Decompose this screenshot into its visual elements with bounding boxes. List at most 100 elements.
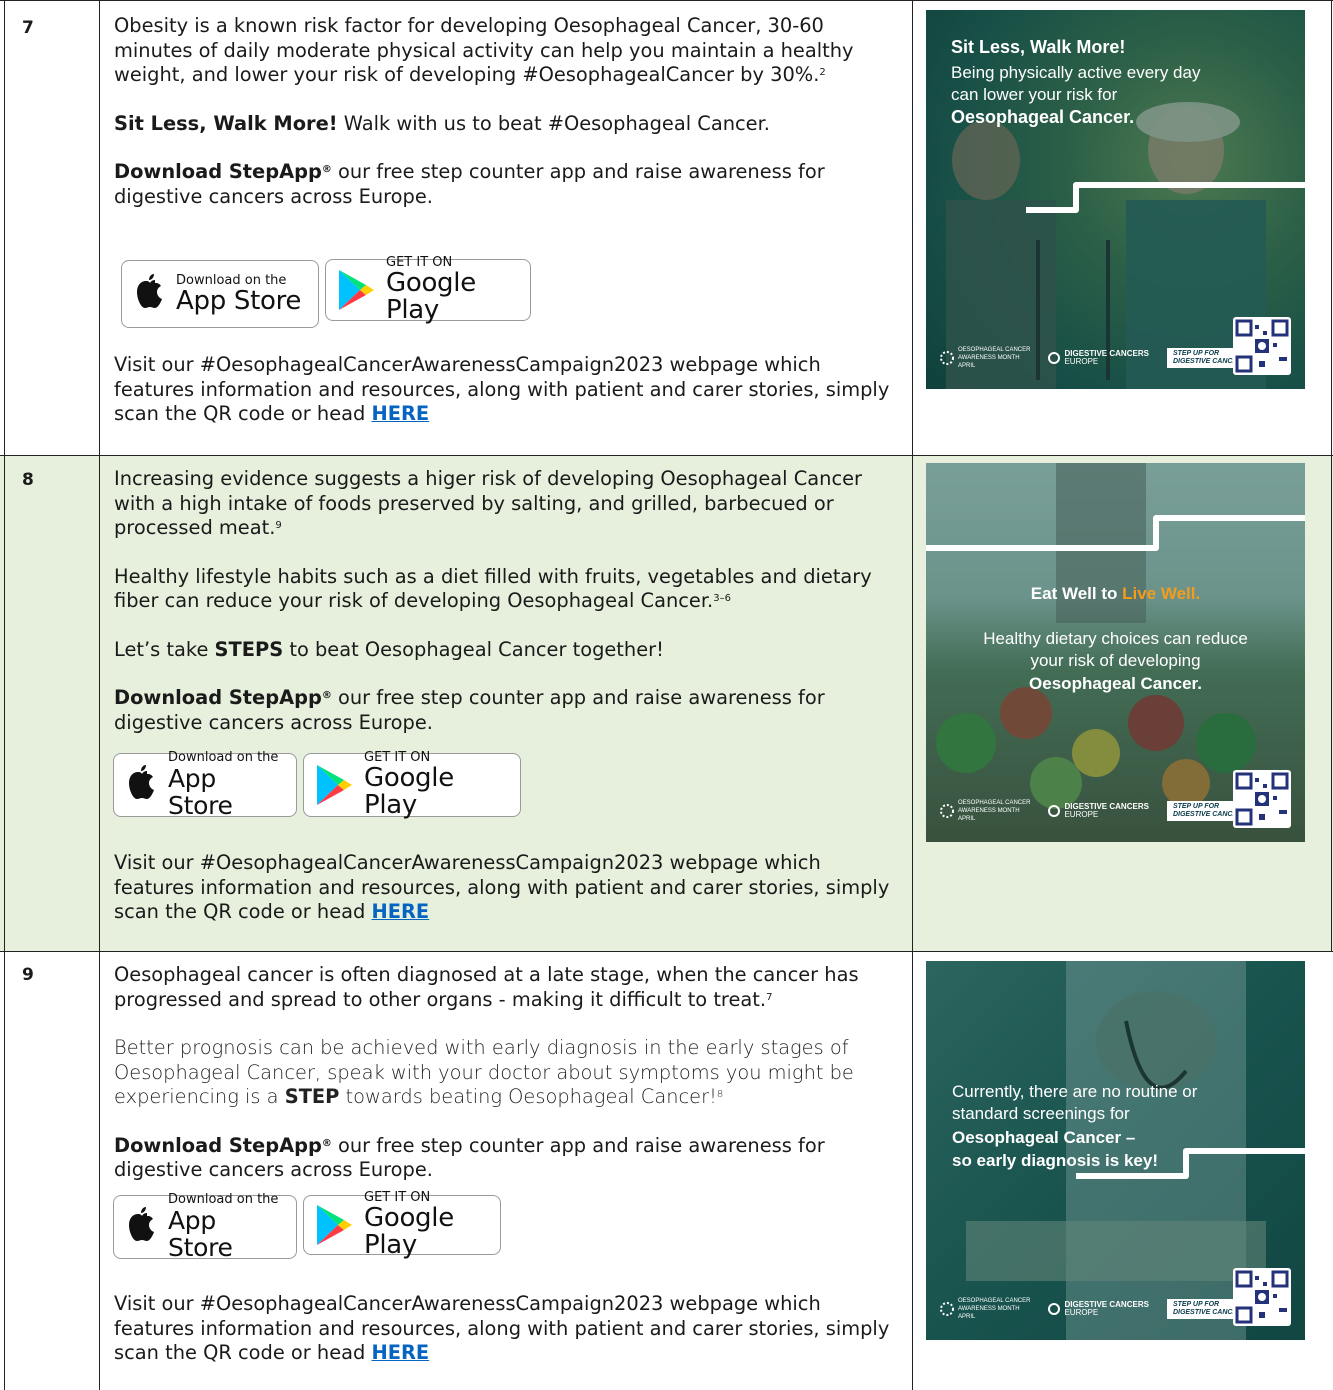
- logo-text: OESOPHAGEAL CANCER: [958, 1298, 1031, 1304]
- apple-icon: [132, 274, 166, 314]
- app-store-badge[interactable]: Download on the App Store: [113, 751, 297, 820]
- footnote-ref: 3–6: [713, 593, 731, 604]
- footnote-ref: 9: [275, 520, 282, 531]
- apple-icon: [124, 1207, 158, 1247]
- poster-highlight: Oesophageal Cancer –: [952, 1128, 1136, 1147]
- table-border-left: [4, 0, 5, 1390]
- app-store-badge[interactable]: Download on the App Store: [121, 260, 319, 328]
- registered-mark: ®: [321, 690, 332, 701]
- qr-code: [1233, 1268, 1291, 1326]
- body-text: to beat Oesophageal Cancer together!: [283, 637, 664, 661]
- badge-big-text: App Store: [176, 285, 302, 316]
- logo-text: EUROPE: [1064, 810, 1099, 819]
- paragraph: Healthy lifestyle habits such as a diet …: [114, 565, 894, 614]
- row-9-text: Oesophageal cancer is often diagnosed at…: [114, 963, 894, 1183]
- poster-headline-text: Eat Well to: [1030, 584, 1123, 603]
- bold-text: Download StepApp: [114, 1133, 322, 1157]
- row-8-text: Increasing evidence suggests a higer ris…: [114, 467, 894, 735]
- qr-code: [1233, 770, 1291, 828]
- body-text: towards beating Oesophageal Cancer!: [339, 1085, 717, 1108]
- badge-big-text: App Store: [168, 764, 233, 820]
- google-play-badge[interactable]: GET IT ON Google Play: [303, 751, 521, 820]
- campaign-image-7: Sit Less, Walk More! Being physically ac…: [926, 10, 1305, 389]
- registered-mark: ®: [321, 164, 332, 175]
- poster-body: Healthy dietary choices can reduce your …: [983, 629, 1248, 670]
- poster-body: Being physically active every day can lo…: [951, 63, 1201, 104]
- row-9-visit-text: Visit our #OesophagealCancerAwarenessCam…: [114, 1292, 894, 1366]
- body-text: Healthy lifestyle habits such as a diet …: [114, 564, 872, 613]
- table-border-row8: [0, 455, 1333, 456]
- row-number: 7: [22, 18, 34, 38]
- campaign-image-9: Currently, there are no routine or stand…: [926, 961, 1305, 1340]
- google-play-icon: [336, 268, 376, 312]
- poster-body: Currently, there are no routine or stand…: [952, 1082, 1198, 1123]
- bold-text: Sit Less, Walk More!: [114, 111, 338, 135]
- dce-logo: DIGESTIVE CANCERS EUROPE: [1048, 350, 1149, 366]
- logo-text: EUROPE: [1064, 357, 1099, 366]
- poster-highlight: Live Well.: [1122, 584, 1201, 603]
- bold-text: STEP: [284, 1085, 340, 1108]
- paragraph: Download StepApp® our free step counter …: [114, 160, 894, 209]
- body-text: Oesophageal cancer is often diagnosed at…: [114, 963, 859, 1011]
- logo-text: AWARENESS MONTH: [958, 355, 1020, 361]
- store-badges: Download on the App Store GET IT ON Goog…: [113, 751, 521, 820]
- awareness-month-logo: OESOPHAGEAL CANCER AWARENESS MONTH APRIL: [940, 1297, 1030, 1321]
- paragraph: Increasing evidence suggests a higer ris…: [114, 467, 894, 541]
- store-badges: Download on the App Store GET IT ON Goog…: [121, 256, 531, 328]
- here-link[interactable]: HERE: [372, 402, 430, 425]
- row-number: 9: [22, 965, 34, 985]
- paragraph: Visit our #OesophagealCancerAwarenessCam…: [114, 1292, 894, 1366]
- logo-text: APRIL: [958, 816, 976, 822]
- table-border-right: [1331, 0, 1332, 951]
- logo-text: OESOPHAGEAL CANCER: [958, 800, 1031, 806]
- app-store-badge[interactable]: Download on the App Store: [113, 1192, 297, 1262]
- here-link[interactable]: HERE: [372, 1341, 430, 1364]
- google-play-badge[interactable]: GET IT ON Google Play: [325, 256, 531, 324]
- store-badges: Download on the App Store GET IT ON Goog…: [113, 1191, 501, 1262]
- campaign-image-8: Eat Well to Live Well. Healthy dietary c…: [926, 463, 1305, 842]
- footnote-ref: 2: [819, 67, 826, 78]
- body-text: Let’s take: [114, 637, 215, 661]
- footnote-ref: 7: [766, 991, 773, 1003]
- logo-text: AWARENESS MONTH: [958, 808, 1020, 814]
- apple-icon: [124, 765, 158, 805]
- paragraph: Obesity is a known risk factor for devel…: [114, 14, 894, 88]
- badge-big-text: App Store: [168, 1206, 233, 1262]
- row-number: 8: [22, 470, 34, 490]
- poster-headline: Sit Less, Walk More!: [951, 37, 1126, 57]
- footnote-ref: 8: [716, 1089, 724, 1100]
- row-8-visit-text: Visit our #OesophagealCancerAwarenessCam…: [114, 851, 894, 925]
- awareness-month-logo: OESOPHAGEAL CANCER AWARENESS MONTH APRIL: [940, 799, 1030, 823]
- paragraph: Better prognosis can be achieved with ea…: [114, 1036, 894, 1110]
- body-text: Walk with us to beat #Oesophageal Cancer…: [337, 111, 770, 135]
- registered-mark: ®: [321, 1137, 332, 1149]
- dce-logo: DIGESTIVE CANCERS EUROPE: [1048, 1301, 1149, 1317]
- bold-text: STEPS: [214, 637, 284, 661]
- poster-highlight: Oesophageal Cancer.: [951, 107, 1135, 127]
- paragraph: Oesophageal cancer is often diagnosed at…: [114, 963, 894, 1012]
- logo-text: AWARENESS MONTH: [958, 1306, 1020, 1312]
- body-text: Obesity is a known risk factor for devel…: [114, 14, 854, 86]
- badge-big-text: Google Play: [364, 1203, 454, 1260]
- google-play-icon: [314, 1203, 354, 1247]
- google-play-icon: [314, 763, 354, 807]
- poster-emphasis: so early diagnosis is key!: [952, 1151, 1158, 1170]
- awareness-month-logo: OESOPHAGEAL CANCER AWARENESS MONTH APRIL: [940, 346, 1030, 370]
- table-border-top: [0, 0, 1333, 1]
- paragraph: Sit Less, Walk More! Walk with us to bea…: [114, 112, 894, 137]
- paragraph: Visit our #OesophagealCancerAwarenessCam…: [114, 353, 894, 427]
- body-text: Visit our #OesophagealCancerAwarenessCam…: [114, 851, 890, 923]
- google-play-badge[interactable]: GET IT ON Google Play: [303, 1191, 501, 1259]
- here-link[interactable]: HERE: [372, 900, 430, 923]
- badge-big-text: Google Play: [364, 763, 454, 820]
- row-7-text: Obesity is a known risk factor for devel…: [114, 14, 894, 209]
- bold-text: Download StepApp: [114, 160, 322, 183]
- paragraph: Download StepApp® our free step counter …: [114, 1134, 894, 1183]
- table-border-col1: [99, 0, 100, 1390]
- body-text: Increasing evidence suggests a higer ris…: [114, 467, 863, 539]
- logo-text: APRIL: [958, 363, 976, 369]
- table-border-row9: [0, 951, 1333, 952]
- badge-small-text: Download on the: [168, 1192, 279, 1207]
- body-text: Visit our #OesophagealCancerAwarenessCam…: [114, 1292, 890, 1364]
- dce-logo: DIGESTIVE CANCERS EUROPE: [1048, 803, 1149, 819]
